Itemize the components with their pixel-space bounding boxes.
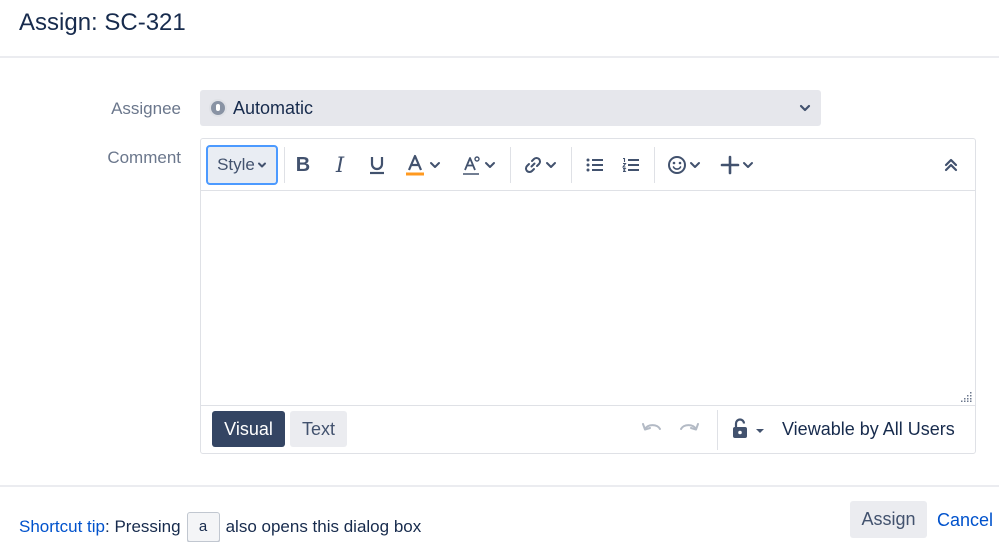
bullet-list-icon [586,158,603,172]
assignee-value: Automatic [233,98,314,118]
emoji-button[interactable] [664,149,704,181]
numbered-list-button[interactable] [617,149,645,181]
text-color-button[interactable] [401,149,445,181]
italic-icon: I [335,153,345,177]
shortcut-tip-link[interactable]: Shortcut tip [19,517,105,537]
underline-button[interactable] [363,149,391,181]
insert-more-icon [720,155,740,175]
editor-toolbar: Style B I [201,139,975,191]
toolbar-divider [510,147,511,183]
visibility-dropdown[interactable] [731,418,767,442]
chevron-down-icon [430,162,440,168]
chevron-down-icon [546,162,556,168]
visibility-label: Viewable by All Users [782,419,955,439]
link-button[interactable] [521,149,559,181]
toolbar-divider [284,147,285,183]
resize-grip-icon[interactable] [960,390,972,402]
underline-icon [370,157,384,175]
assign-button[interactable]: Assign [850,501,927,538]
undo-icon[interactable] [641,420,663,436]
style-dropdown[interactable]: Style [206,145,278,185]
insert-more-button[interactable] [717,149,757,181]
bold-icon: B [295,153,311,176]
footer-divider [717,410,718,450]
chevron-down-icon [257,162,266,168]
comment-editor: Style B I Visual Text Viewable by All Us… [200,138,976,454]
caret-down-icon [756,429,764,433]
cancel-link[interactable]: Cancel [937,510,993,531]
chevron-down-icon [485,162,495,168]
collapse-toolbar-icon [944,158,958,172]
chevron-down-icon [799,104,811,112]
visual-mode-tab[interactable]: Visual [212,411,285,447]
assignee-select[interactable]: Automatic [200,90,821,126]
dialog-footer: Shortcut tip : Pressing a also opens thi… [0,485,999,542]
unlock-icon [733,418,747,438]
chevron-down-icon [690,162,700,168]
dialog-header: Assign: SC-321 [0,0,999,58]
comment-label: Comment [107,148,181,167]
emoji-icon [668,156,686,174]
link-icon [524,156,542,174]
editor-footer: Visual Text Viewable by All Users [201,405,975,453]
more-formatting-icon [463,156,480,175]
bullet-list-button[interactable] [581,149,609,181]
assignee-label: Assignee [111,99,181,118]
italic-button[interactable]: I [326,149,354,181]
collapse-toolbar-button[interactable] [937,149,965,181]
shortcut-tip: Shortcut tip : Pressing a also opens thi… [19,512,421,542]
more-formatting-button[interactable] [459,149,499,181]
shortcut-tip-suffix: also opens this dialog box [225,517,422,536]
style-label: Style [217,155,255,174]
text-color-icon [406,154,424,176]
chevron-down-icon [743,162,753,168]
shortcut-key: a [186,512,220,542]
toolbar-divider [654,147,655,183]
bold-button[interactable]: B [289,149,317,181]
dialog-title: Assign: SC-321 [19,9,186,36]
numbered-list-icon [622,157,639,173]
text-mode-tab[interactable]: Text [290,411,347,447]
shortcut-tip-prefix: : Pressing [105,517,181,536]
redo-icon[interactable] [678,420,700,436]
toolbar-divider [571,147,572,183]
automatic-avatar-icon [209,99,227,117]
comment-textarea[interactable] [201,191,975,405]
